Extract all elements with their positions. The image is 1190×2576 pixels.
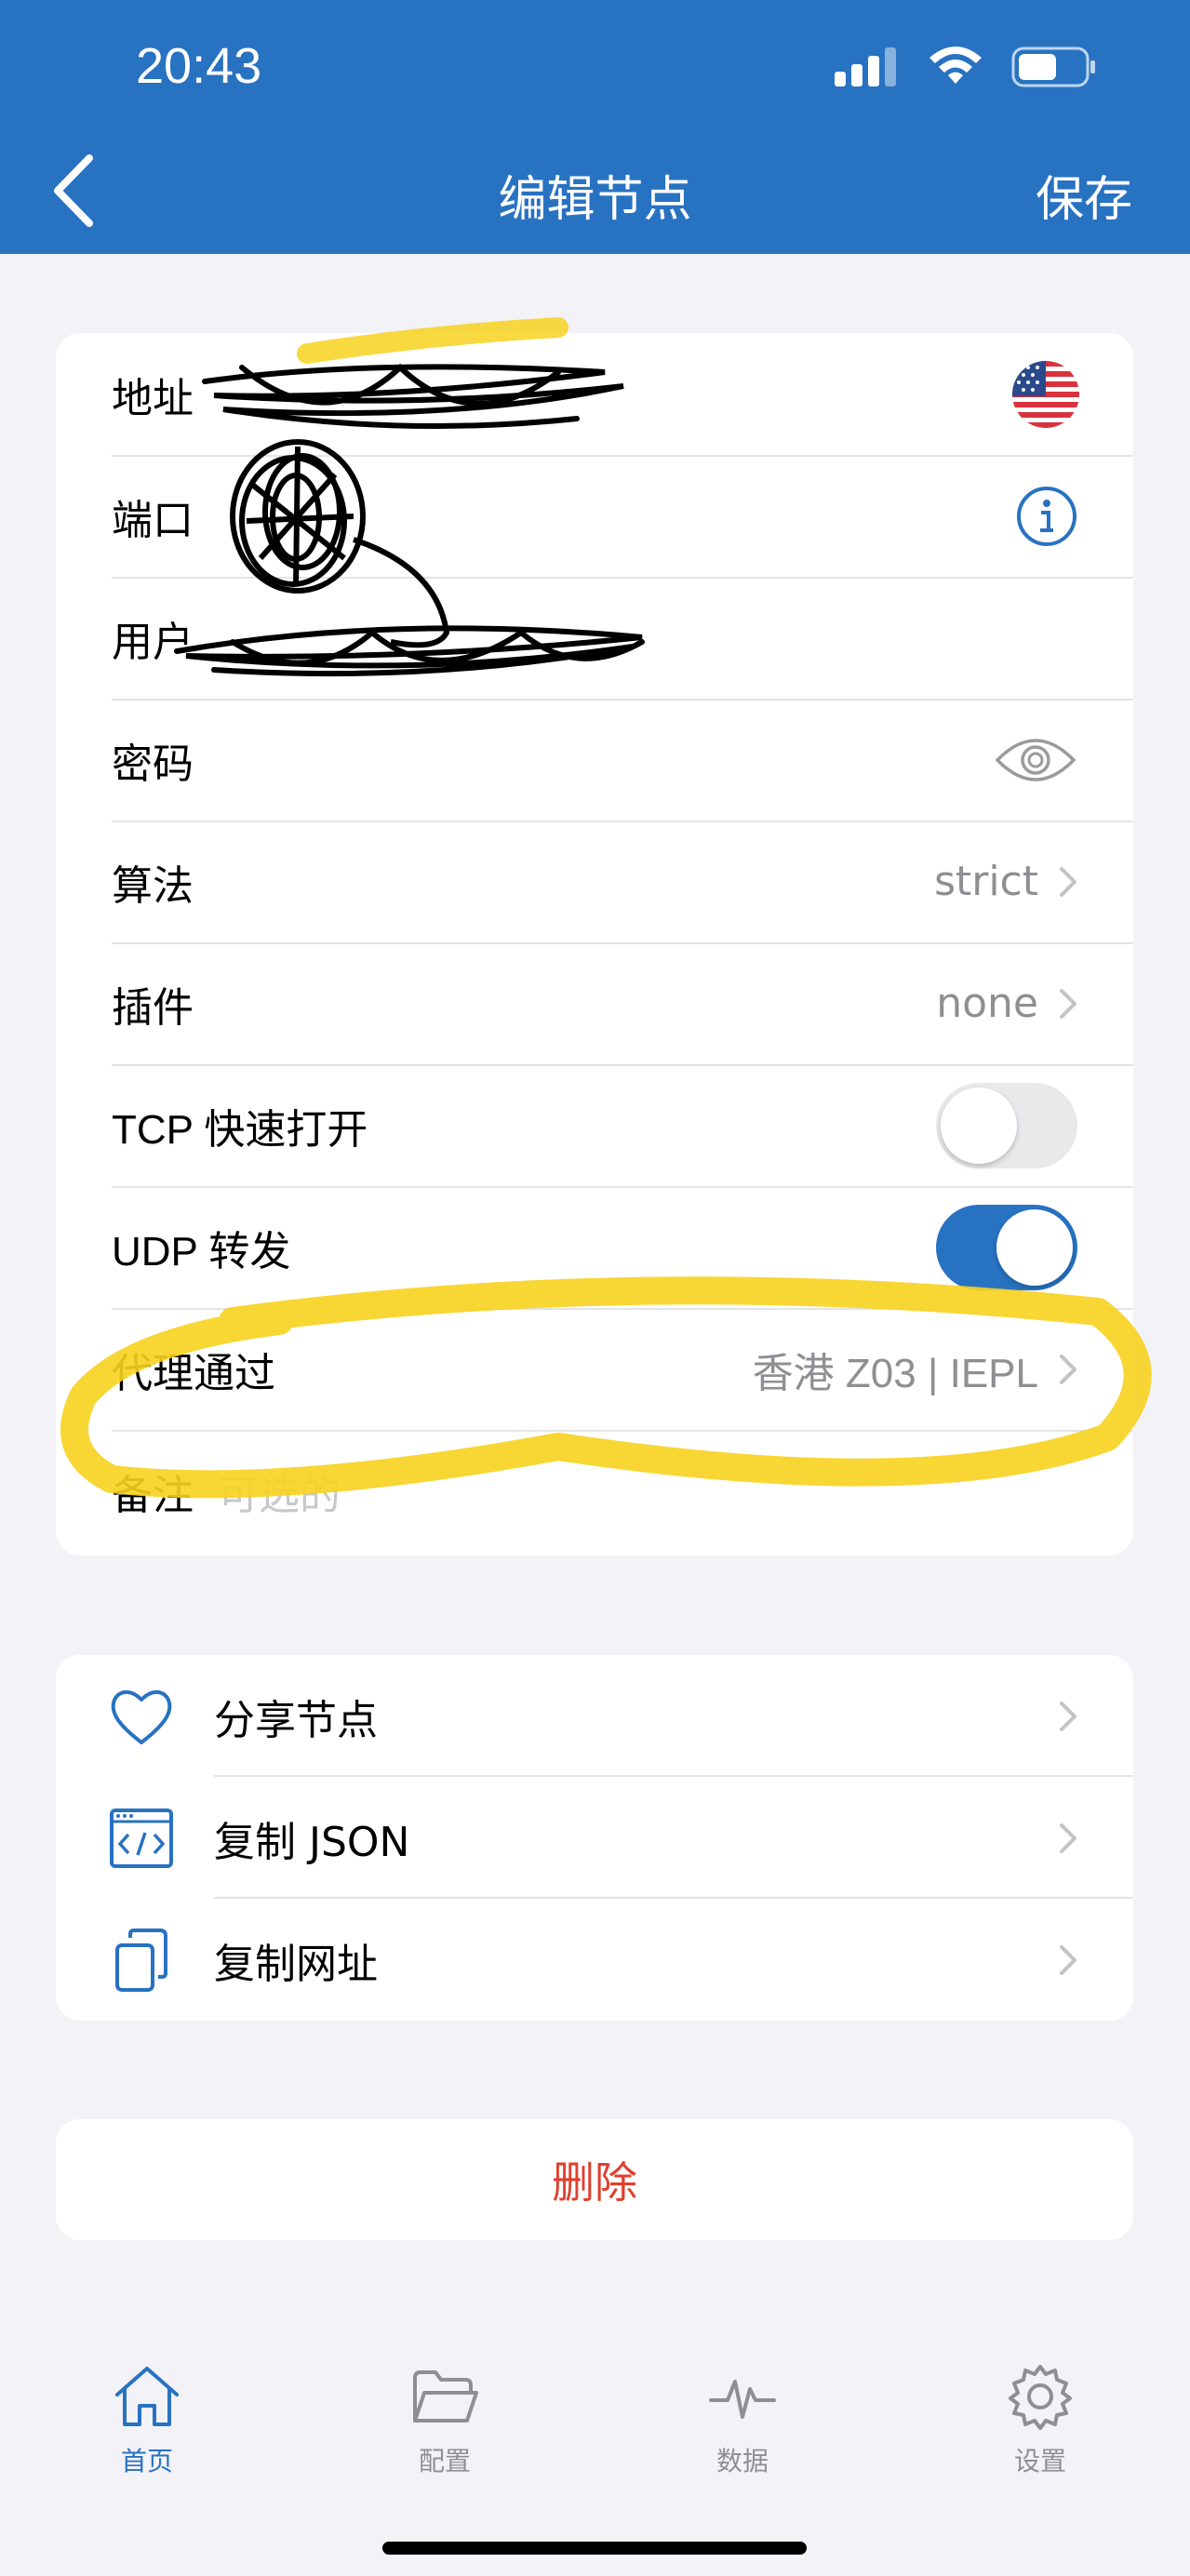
proxy-via-label: 代理通过	[112, 1349, 275, 1397]
battery-icon	[1011, 47, 1095, 87]
info-icon[interactable]	[1016, 486, 1077, 547]
chevron-right-icon	[1060, 1822, 1076, 1853]
tab-home-label: 首页	[120, 2446, 173, 2476]
copy-json-label: 复制 JSON	[214, 1818, 410, 1866]
password-row[interactable]: 密码	[112, 699, 1133, 822]
note-input[interactable]: 可选的	[218, 1462, 341, 1521]
tab-bar: 首页 配置 数据 设置	[0, 2344, 1190, 2512]
tab-config[interactable]: 配置	[352, 2363, 538, 2478]
password-label: 密码	[112, 740, 194, 788]
udp-relay-row: UDP 转发	[112, 1186, 1133, 1310]
plugin-label: 插件	[112, 983, 194, 1032]
gear-icon	[1009, 2365, 1072, 2430]
user-label: 用户	[112, 618, 194, 666]
us-flag-icon	[1012, 360, 1079, 428]
chevron-right-icon	[1060, 1701, 1076, 1731]
tab-data-label: 数据	[715, 2446, 769, 2476]
eye-icon[interactable]	[994, 734, 1077, 786]
tab-settings-label: 设置	[1013, 2446, 1066, 2476]
port-row[interactable]: 端口	[112, 455, 1133, 579]
signal-icon	[835, 47, 896, 87]
tab-config-label: 配置	[418, 2446, 471, 2476]
proxy-via-row[interactable]: 代理通过 香港 Z03 | IEPL	[112, 1308, 1133, 1432]
delete-button[interactable]: 删除	[56, 2119, 1133, 2240]
algorithm-value: strict	[934, 858, 1038, 905]
address-label: 地址	[112, 374, 194, 422]
share-node-label: 分享节点	[214, 1696, 378, 1744]
status-icons	[835, 47, 1097, 87]
port-label: 端口	[112, 496, 194, 544]
udp-relay-toggle[interactable]	[936, 1204, 1077, 1290]
copy-url-label: 复制网址	[214, 1940, 378, 1988]
plugin-value: none	[936, 980, 1038, 1027]
note-row[interactable]: 备注 可选的	[112, 1430, 1133, 1552]
page-title: 编辑节点	[498, 172, 692, 228]
copy-icon	[115, 1928, 167, 1992]
udp-relay-label: UDP 转发	[112, 1228, 291, 1275]
status-time: 20:43	[136, 38, 262, 94]
address-row[interactable]: 地址	[112, 333, 1133, 457]
tcp-fast-open-label: TCP 快速打开	[112, 1106, 368, 1153]
chevron-right-icon	[1060, 1944, 1076, 1975]
copy-url-button[interactable]: 复制网址	[56, 1899, 1133, 2021]
proxy-via-value: 香港 Z03 | IEPL	[752, 1350, 1038, 1396]
heart-icon	[111, 1689, 172, 1744]
chevron-right-icon	[1060, 866, 1076, 897]
chevron-right-icon	[1060, 1354, 1076, 1384]
tcp-fast-open-row: TCP 快速打开	[112, 1064, 1133, 1188]
save-button[interactable]: 保存	[1036, 160, 1132, 230]
tab-settings[interactable]: 设置	[947, 2363, 1133, 2478]
algorithm-row[interactable]: 算法 strict	[112, 821, 1133, 944]
share-node-button[interactable]: 分享节点	[56, 1655, 1133, 1777]
chevron-right-icon	[1060, 988, 1076, 1019]
tab-data[interactable]: 数据	[649, 2363, 836, 2478]
wifi-icon	[929, 47, 982, 84]
actions-card: 分享节点 复制 JSON 复制网址	[56, 1655, 1133, 2021]
header: 20:43 编辑节点 保存	[0, 0, 1190, 254]
copy-json-button[interactable]: 复制 JSON	[56, 1777, 1133, 1899]
home-indicator	[382, 2542, 807, 2555]
note-label: 备注	[112, 1471, 194, 1519]
activity-icon	[709, 2380, 776, 2419]
delete-card: 删除	[56, 2119, 1133, 2240]
home-icon	[115, 2367, 179, 2426]
folder-icon	[413, 2370, 478, 2423]
user-row[interactable]: 用户	[112, 577, 1133, 701]
plugin-row[interactable]: 插件 none	[112, 942, 1133, 1066]
algorithm-label: 算法	[112, 861, 194, 910]
code-window-icon	[110, 1808, 173, 1868]
tcp-fast-open-toggle[interactable]	[936, 1082, 1077, 1168]
node-form-card: 地址 端口 用户 密码 算法 strict 插件 none TCP 快速打开 U…	[56, 333, 1133, 1555]
tab-home[interactable]: 首页	[54, 2363, 240, 2478]
